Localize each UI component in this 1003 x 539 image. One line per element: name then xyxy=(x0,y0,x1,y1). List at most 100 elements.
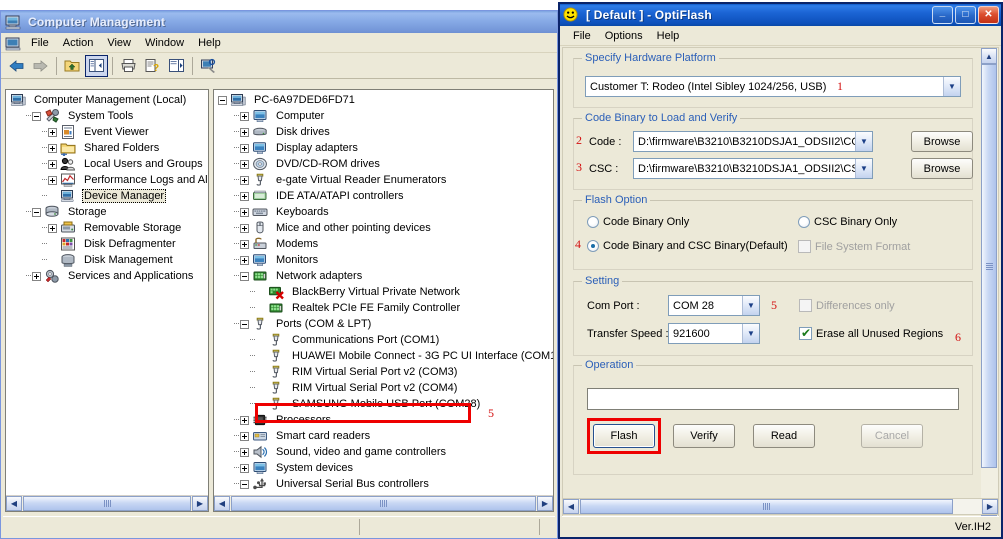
tree-item[interactable]: Disk Management xyxy=(6,252,208,268)
tree-item[interactable]: Monitors xyxy=(214,252,553,268)
radio-dot-code-only[interactable] xyxy=(587,216,599,228)
tree-item[interactable]: Keyboards xyxy=(214,204,553,220)
scroll-left-button[interactable]: ◀ xyxy=(6,496,22,511)
radio-dot-code-and-csc[interactable] xyxy=(587,240,599,252)
console-tree[interactable]: Computer Management (Local) System Tools E… xyxy=(6,90,208,494)
tree-item[interactable]: System Tools xyxy=(6,108,208,124)
tree-expander[interactable] xyxy=(240,431,249,441)
tree-expander[interactable] xyxy=(240,127,249,137)
code-chevron-down-icon[interactable]: ▼ xyxy=(855,132,872,151)
csc-path-value[interactable]: D:\firmware\B3210\B3210DSJA1_ODSII2\CSC_… xyxy=(634,163,855,175)
tree-item[interactable]: Universal Serial Bus controllers xyxy=(214,476,553,492)
tree-item[interactable]: Storage xyxy=(6,204,208,220)
verify-button[interactable]: Verify xyxy=(673,424,735,448)
tree-item[interactable]: Communications Port (COM1) xyxy=(214,332,553,348)
tree-item[interactable]: Modems xyxy=(214,236,553,252)
radio-csc-binary-only[interactable]: CSC Binary Only xyxy=(798,216,897,228)
tree-item[interactable]: Smart card readers xyxy=(214,428,553,444)
properties-help-icon[interactable]: ? xyxy=(141,55,164,77)
optiflash-menubar[interactable]: File Options Help xyxy=(560,26,1001,46)
optiflash-scroll-left-button[interactable]: ◀ xyxy=(563,499,579,514)
print-icon[interactable] xyxy=(117,55,140,77)
optiflash-menu-file[interactable]: File xyxy=(566,28,598,44)
tree-expander[interactable] xyxy=(240,223,249,233)
tree-item[interactable]: SAMSUNG Mobile USB Port (COM28) xyxy=(214,396,553,412)
tree-expander[interactable] xyxy=(32,111,41,121)
close-button[interactable]: ✕ xyxy=(978,6,999,24)
code-path-value[interactable]: D:\firmware\B3210\B3210DSJA1_ODSII2\CODE… xyxy=(634,136,855,148)
tree-item[interactable]: Ports (COM & LPT) xyxy=(214,316,553,332)
tree-expander[interactable] xyxy=(240,255,249,265)
tree-expander[interactable] xyxy=(240,143,249,153)
tree-item[interactable]: Network adapters xyxy=(214,268,553,284)
menu-help[interactable]: Help xyxy=(191,35,228,51)
checkbox-erase-all-unused[interactable]: Erase all Unused Regions xyxy=(799,326,943,340)
hscroll-track[interactable] xyxy=(23,496,191,511)
tree-item[interactable]: Mice and other pointing devices xyxy=(214,220,553,236)
tree-expander[interactable] xyxy=(240,447,249,457)
device-tree-pane[interactable]: PC-6A97DED6FD71 Computer Disk drives Displa… xyxy=(213,89,554,512)
tree-expander[interactable] xyxy=(48,159,57,169)
show-pane-icon[interactable] xyxy=(165,55,188,77)
tree-item[interactable]: HUAWEI Mobile Connect - 3G PC UI Interfa… xyxy=(214,348,553,364)
csc-browse-button[interactable]: Browse xyxy=(911,158,973,179)
menu-file[interactable]: File xyxy=(24,35,56,51)
tree-expander[interactable] xyxy=(48,175,57,185)
optiflash-window-buttons[interactable]: _ □ ✕ xyxy=(932,6,999,24)
device-scroll-right-button[interactable]: ▶ xyxy=(537,496,553,511)
tree-item[interactable]: Disk Defragmenter xyxy=(6,236,208,252)
tree-item[interactable]: Shared Folders xyxy=(6,140,208,156)
optiflash-hscroll-thumb[interactable] xyxy=(580,499,953,514)
tree-item[interactable]: Realtek PCIe FE Family Controller xyxy=(214,300,553,316)
tree-item[interactable]: Removable Storage xyxy=(6,220,208,236)
code-browse-button[interactable]: Browse xyxy=(911,131,973,152)
read-button[interactable]: Read xyxy=(753,424,815,448)
console-tree-hscrollbar[interactable]: ◀ ▶ xyxy=(6,495,208,511)
up-folder-icon[interactable] xyxy=(61,55,84,77)
vscroll-thumb[interactable] xyxy=(981,64,997,468)
tree-expander[interactable] xyxy=(240,191,249,201)
tree-item[interactable]: Services and Applications xyxy=(6,268,208,284)
radio-code-and-csc[interactable]: Code Binary and CSC Binary(Default) xyxy=(587,240,788,252)
radio-dot-csc-only[interactable] xyxy=(798,216,810,228)
com-port-combo[interactable]: COM 28 ▼ xyxy=(668,295,760,316)
tree-item[interactable]: System devices xyxy=(214,460,553,476)
device-tree-hscrollbar[interactable]: ◀ ▶ xyxy=(214,495,553,511)
tree-item[interactable]: Device Manager xyxy=(6,188,208,204)
tree-item[interactable]: PC-6A97DED6FD71 xyxy=(214,92,553,108)
csc-path-combo[interactable]: D:\firmware\B3210\B3210DSJA1_ODSII2\CSC_… xyxy=(633,158,873,179)
back-arrow-icon[interactable] xyxy=(5,55,28,77)
tree-expander[interactable] xyxy=(48,223,57,233)
device-scroll-left-button[interactable]: ◀ xyxy=(214,496,230,511)
tree-item[interactable]: DVD/CD-ROM drives xyxy=(214,156,553,172)
checkbox-box-erase-all-unused[interactable] xyxy=(799,326,812,340)
hscroll-thumb[interactable] xyxy=(23,496,191,511)
optiflash-menu-options[interactable]: Options xyxy=(598,28,650,44)
tree-expander[interactable] xyxy=(240,463,249,473)
com-port-chevron-down-icon[interactable]: ▼ xyxy=(742,296,759,315)
operation-log-field[interactable] xyxy=(587,388,959,410)
tree-expander[interactable] xyxy=(48,127,57,137)
device-hscroll-track[interactable] xyxy=(231,496,536,511)
transfer-speed-chevron-down-icon[interactable]: ▼ xyxy=(742,324,759,343)
tree-item[interactable]: Local Users and Groups xyxy=(6,156,208,172)
tree-item[interactable]: IDE ATA/ATAPI controllers xyxy=(214,188,553,204)
transfer-speed-combo[interactable]: 921600 ▼ xyxy=(668,323,760,344)
code-path-combo[interactable]: D:\firmware\B3210\B3210DSJA1_ODSII2\CODE… xyxy=(633,131,873,152)
tree-item[interactable]: Sound, video and game controllers xyxy=(214,444,553,460)
optiflash-menu-help[interactable]: Help xyxy=(650,28,687,44)
optiflash-hscrollbar[interactable]: ◀ ▶ xyxy=(562,498,999,515)
tree-expander[interactable] xyxy=(240,319,249,329)
tree-item[interactable]: Computer Management (Local) xyxy=(6,92,208,108)
radio-code-binary-only[interactable]: Code Binary Only xyxy=(587,216,689,228)
forward-arrow-icon[interactable] xyxy=(29,55,52,77)
maximize-button[interactable]: □ xyxy=(955,6,976,24)
menu-view[interactable]: View xyxy=(100,35,138,51)
tree-expander[interactable] xyxy=(48,143,57,153)
optiflash-window[interactable]: [ Default ] - OptiFlash _ □ ✕ File Optio… xyxy=(558,2,1003,539)
chevron-down-icon[interactable]: ▼ xyxy=(943,77,960,96)
optiflash-hscroll-track[interactable] xyxy=(580,499,981,514)
device-hscroll-thumb[interactable] xyxy=(231,496,536,511)
tree-expander[interactable] xyxy=(240,479,249,489)
tree-item[interactable]: Processors xyxy=(214,412,553,428)
